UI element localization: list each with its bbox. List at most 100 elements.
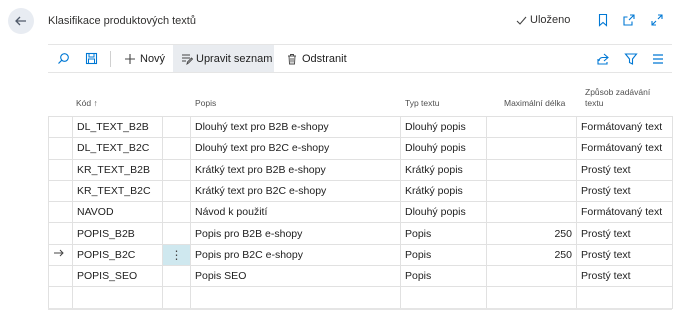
- save-view-button[interactable]: [80, 45, 102, 72]
- checkmark-icon: [516, 16, 527, 25]
- cell-entry-mode[interactable]: Prostý text: [576, 243, 673, 267]
- share-icon[interactable]: [596, 52, 610, 66]
- cell-text-type[interactable]: Krátký popis: [400, 158, 487, 181]
- row-actions[interactable]: [162, 222, 191, 245]
- search-button[interactable]: [52, 45, 74, 72]
- column-header-text-type[interactable]: Typ textu: [405, 98, 440, 109]
- cell-code[interactable]: DL_TEXT_B2C: [72, 137, 163, 160]
- new-button[interactable]: Nový: [120, 45, 169, 72]
- cell-text-type[interactable]: Krátký popis: [400, 179, 487, 203]
- cell-code[interactable]: [72, 286, 163, 309]
- row-actions[interactable]: ⋮: [162, 243, 191, 267]
- row-indicator[interactable]: [48, 137, 73, 160]
- row-indicator[interactable]: [48, 115, 73, 139]
- cell-description[interactable]: Dlouhý text pro B2C e-shopy: [190, 137, 401, 160]
- page-title: Klasifikace produktových textů: [48, 15, 196, 27]
- cell-description[interactable]: Popis pro B2C e-shopy: [190, 243, 401, 267]
- cell-max-length[interactable]: [486, 158, 577, 181]
- row-indicator[interactable]: [48, 179, 73, 203]
- cell-entry-mode[interactable]: [576, 286, 673, 309]
- action-bar: Nový Upravit seznam Odstranit: [48, 44, 672, 73]
- row-actions[interactable]: [162, 201, 191, 224]
- cell-text-type[interactable]: Popis: [400, 265, 487, 288]
- column-header-description[interactable]: Popis: [195, 98, 216, 109]
- list-view-icon[interactable]: [651, 52, 665, 66]
- row-indicator[interactable]: [48, 243, 73, 267]
- cell-code[interactable]: POPIS_B2C: [72, 243, 163, 267]
- bookmark-icon[interactable]: [596, 13, 610, 27]
- cell-text-type[interactable]: Dlouhý popis: [400, 137, 487, 160]
- table-row[interactable]: NAVOD Návod k použití Dlouhý popis Formátov…: [48, 201, 673, 224]
- table-row[interactable]: POPIS_B2C ⋮ Popis pro B2C e-shopy Popis 250 P…: [48, 243, 673, 267]
- save-view-icon: [85, 52, 97, 65]
- row-actions[interactable]: [162, 265, 191, 288]
- cell-entry-mode[interactable]: Formátovaný text: [576, 137, 673, 160]
- cell-max-length[interactable]: 250: [486, 243, 577, 267]
- cell-description[interactable]: Popis SEO: [190, 265, 401, 288]
- more-options-icon: ⋮: [170, 247, 183, 262]
- table-row[interactable]: POPIS_SEO Popis SEO Popis Prostý text: [48, 265, 673, 288]
- row-indicator[interactable]: [48, 265, 73, 288]
- cell-max-length[interactable]: [486, 286, 577, 309]
- cell-description[interactable]: Návod k použití: [190, 201, 401, 224]
- cell-max-length[interactable]: [486, 179, 577, 203]
- cell-code[interactable]: POPIS_B2B: [72, 222, 163, 245]
- table-row[interactable]: KR_TEXT_B2C Krátký text pro B2C e-shopy Kr…: [48, 179, 673, 203]
- cell-code[interactable]: NAVOD: [72, 201, 163, 224]
- table-row[interactable]: POPIS_B2B Popis pro B2B e-shopy Popis 250 Pr…: [48, 222, 673, 245]
- expand-icon[interactable]: [650, 13, 664, 27]
- cell-max-length[interactable]: [486, 137, 577, 160]
- cell-code[interactable]: KR_TEXT_B2B: [72, 158, 163, 181]
- cell-code[interactable]: POPIS_SEO: [72, 265, 163, 288]
- cell-text-type[interactable]: [400, 286, 487, 309]
- cell-max-length[interactable]: [486, 115, 577, 139]
- row-indicator[interactable]: [48, 201, 73, 224]
- trash-icon: [288, 53, 296, 64]
- cell-max-length[interactable]: 250: [486, 222, 577, 245]
- table-row[interactable]: DL_TEXT_B2B Dlouhý text pro B2B e-shopy Dl…: [48, 115, 673, 139]
- filter-icon[interactable]: [624, 52, 638, 66]
- saved-status: Uloženo: [516, 14, 570, 26]
- row-indicator[interactable]: [48, 222, 73, 245]
- row-actions[interactable]: [162, 115, 191, 139]
- cell-entry-mode[interactable]: Prostý text: [576, 158, 673, 181]
- cell-description[interactable]: Dlouhý text pro B2B e-shopy: [190, 115, 401, 139]
- cell-entry-mode[interactable]: Prostý text: [576, 222, 673, 245]
- cell-code[interactable]: DL_TEXT_B2B: [72, 115, 163, 139]
- cell-description[interactable]: Krátký text pro B2B e-shopy: [190, 158, 401, 181]
- open-new-window-icon[interactable]: [622, 13, 636, 27]
- table-row[interactable]: [48, 286, 673, 309]
- cell-entry-mode[interactable]: Formátovaný text: [576, 115, 673, 139]
- cell-code[interactable]: KR_TEXT_B2C: [72, 179, 163, 203]
- cell-text-type[interactable]: Popis: [400, 222, 487, 245]
- cell-max-length[interactable]: [486, 201, 577, 224]
- column-header-max-length[interactable]: Maximální délka: [504, 98, 565, 109]
- edit-list-button[interactable]: Upravit seznam: [173, 45, 274, 72]
- row-indicator[interactable]: [48, 286, 73, 309]
- toolbar-divider: [110, 51, 111, 67]
- cell-text-type[interactable]: Popis: [400, 243, 487, 267]
- row-actions[interactable]: [162, 158, 191, 181]
- table-row[interactable]: DL_TEXT_B2C Dlouhý text pro B2C e-shopy Dl…: [48, 137, 673, 160]
- cell-description[interactable]: Popis pro B2B e-shopy: [190, 222, 401, 245]
- cell-entry-mode[interactable]: Formátovaný text: [576, 201, 673, 224]
- data-table: DL_TEXT_B2B Dlouhý text pro B2B e-shopy Dl…: [48, 115, 673, 309]
- cell-entry-mode[interactable]: Prostý text: [576, 179, 673, 203]
- row-indicator[interactable]: [48, 158, 73, 181]
- column-header-entry-mode[interactable]: Způsob zadávání textu: [585, 87, 650, 109]
- column-header-code[interactable]: Kód ↑: [76, 98, 98, 109]
- cell-description[interactable]: [190, 286, 401, 309]
- row-actions[interactable]: [162, 179, 191, 203]
- row-actions[interactable]: [162, 137, 191, 160]
- grid-bottom-border: [48, 308, 672, 310]
- back-button[interactable]: [8, 8, 34, 34]
- new-button-label: Nový: [140, 52, 166, 65]
- cell-text-type[interactable]: Dlouhý popis: [400, 115, 487, 139]
- cell-max-length[interactable]: [486, 265, 577, 288]
- row-actions[interactable]: [162, 286, 191, 309]
- cell-text-type[interactable]: Dlouhý popis: [400, 201, 487, 224]
- delete-button[interactable]: Odstranit: [282, 45, 351, 72]
- cell-entry-mode[interactable]: Prostý text: [576, 265, 673, 288]
- cell-description[interactable]: Krátký text pro B2C e-shopy: [190, 179, 401, 203]
- table-row[interactable]: KR_TEXT_B2B Krátký text pro B2B e-shopy Kr…: [48, 158, 673, 181]
